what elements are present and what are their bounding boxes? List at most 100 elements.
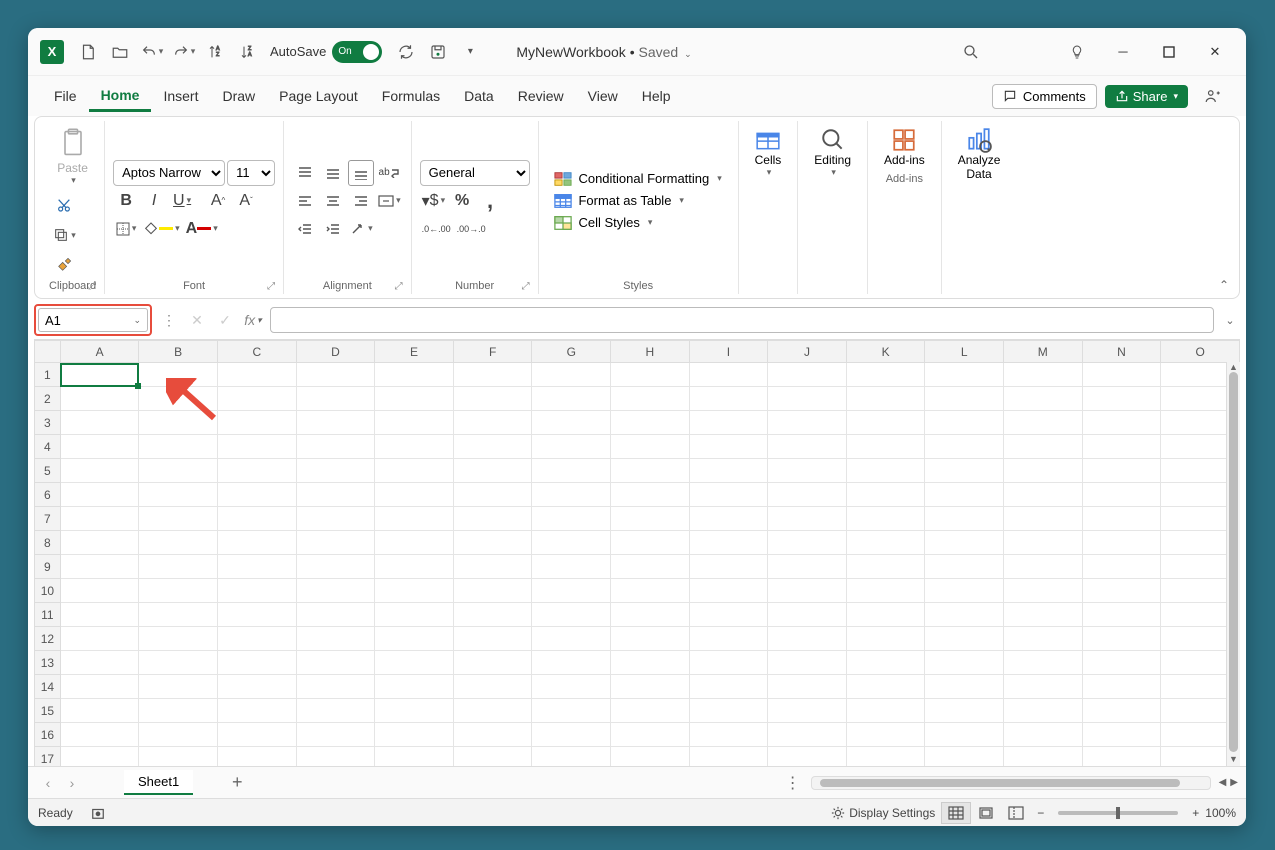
cell[interactable]: [60, 507, 139, 531]
tab-file[interactable]: File: [42, 82, 89, 110]
column-header[interactable]: C: [217, 341, 296, 363]
cell[interactable]: [453, 507, 532, 531]
cell[interactable]: [689, 651, 768, 675]
cell[interactable]: [296, 555, 375, 579]
formula-input[interactable]: [279, 313, 1205, 328]
cell[interactable]: [375, 387, 454, 411]
tab-home[interactable]: Home: [89, 81, 152, 112]
cell[interactable]: [925, 579, 1004, 603]
row-header[interactable]: 8: [35, 531, 61, 555]
cell[interactable]: [139, 579, 218, 603]
cell[interactable]: [925, 363, 1004, 387]
cell[interactable]: [217, 627, 296, 651]
column-header[interactable]: N: [1082, 341, 1161, 363]
cell[interactable]: [689, 483, 768, 507]
cell[interactable]: [768, 651, 847, 675]
row-header[interactable]: 13: [35, 651, 61, 675]
cell[interactable]: [217, 747, 296, 767]
cell-styles-button[interactable]: Cell Styles▾: [550, 213, 656, 233]
cell[interactable]: [217, 555, 296, 579]
cell[interactable]: [846, 483, 925, 507]
sort-desc-icon[interactable]: ZA: [232, 36, 264, 68]
cell[interactable]: [768, 411, 847, 435]
cell[interactable]: [375, 723, 454, 747]
cell[interactable]: [217, 435, 296, 459]
scroll-left-icon[interactable]: ◀: [1219, 777, 1227, 788]
hscroll-thumb[interactable]: [820, 779, 1180, 787]
cell[interactable]: [60, 363, 139, 387]
cell[interactable]: [925, 723, 1004, 747]
column-header[interactable]: H: [611, 341, 690, 363]
tab-page-layout[interactable]: Page Layout: [267, 82, 370, 110]
cell[interactable]: [296, 507, 375, 531]
cell[interactable]: [611, 459, 690, 483]
display-settings-button[interactable]: Display Settings: [825, 803, 941, 823]
redo-button[interactable]: ▾: [168, 36, 200, 68]
cell[interactable]: [846, 387, 925, 411]
align-right-button[interactable]: [348, 188, 374, 214]
sync-icon[interactable]: [390, 36, 422, 68]
cell[interactable]: [532, 555, 611, 579]
cell[interactable]: [689, 435, 768, 459]
cell[interactable]: [768, 603, 847, 627]
currency-button[interactable]: ▾$▾: [420, 188, 447, 214]
cell[interactable]: [217, 651, 296, 675]
cell[interactable]: [60, 747, 139, 767]
cell[interactable]: [60, 531, 139, 555]
cell[interactable]: [689, 699, 768, 723]
column-header[interactable]: B: [139, 341, 218, 363]
cell[interactable]: [1082, 483, 1161, 507]
cell[interactable]: [768, 435, 847, 459]
vertical-scrollbar[interactable]: ▲ ▼: [1226, 362, 1240, 766]
cell[interactable]: [768, 579, 847, 603]
cell[interactable]: [139, 675, 218, 699]
cell[interactable]: [453, 603, 532, 627]
cell[interactable]: [532, 363, 611, 387]
cell[interactable]: [453, 411, 532, 435]
cell[interactable]: [611, 411, 690, 435]
cell[interactable]: [1003, 459, 1082, 483]
horizontal-scrollbar[interactable]: [811, 776, 1211, 790]
cell[interactable]: [139, 603, 218, 627]
cell[interactable]: [217, 483, 296, 507]
cell[interactable]: [532, 675, 611, 699]
cell[interactable]: [296, 387, 375, 411]
cell[interactable]: [689, 675, 768, 699]
cell[interactable]: [296, 651, 375, 675]
formula-bar-menu-icon[interactable]: ⋮: [158, 309, 180, 331]
cell[interactable]: [532, 579, 611, 603]
cell[interactable]: [1003, 363, 1082, 387]
formula-input-box[interactable]: [270, 307, 1214, 333]
number-launcher-icon[interactable]: ⤢: [522, 281, 530, 292]
cell[interactable]: [60, 723, 139, 747]
page-break-view-button[interactable]: [1001, 802, 1031, 824]
cell[interactable]: [611, 579, 690, 603]
cell[interactable]: [296, 483, 375, 507]
scroll-right-icon[interactable]: ▶: [1230, 777, 1238, 788]
cell[interactable]: [611, 531, 690, 555]
row-header[interactable]: 4: [35, 435, 61, 459]
cell[interactable]: [60, 651, 139, 675]
cell[interactable]: [532, 723, 611, 747]
zoom-knob[interactable]: [1116, 807, 1120, 819]
cell[interactable]: [846, 411, 925, 435]
cell[interactable]: [768, 555, 847, 579]
cell[interactable]: [296, 699, 375, 723]
cell[interactable]: [846, 579, 925, 603]
cell[interactable]: [846, 459, 925, 483]
cell[interactable]: [689, 459, 768, 483]
cell[interactable]: [453, 387, 532, 411]
sheet-menu-icon[interactable]: ⋮: [783, 773, 803, 793]
save-icon[interactable]: [422, 36, 454, 68]
cell[interactable]: [846, 675, 925, 699]
comments-button[interactable]: Comments: [992, 84, 1097, 109]
tab-data[interactable]: Data: [452, 82, 506, 110]
align-top-button[interactable]: [292, 160, 318, 186]
column-header[interactable]: A: [60, 341, 139, 363]
comma-button[interactable]: ,: [477, 188, 503, 214]
cell[interactable]: [1082, 459, 1161, 483]
cell[interactable]: [925, 483, 1004, 507]
cell[interactable]: [1082, 699, 1161, 723]
cell[interactable]: [846, 747, 925, 767]
cell[interactable]: [453, 579, 532, 603]
